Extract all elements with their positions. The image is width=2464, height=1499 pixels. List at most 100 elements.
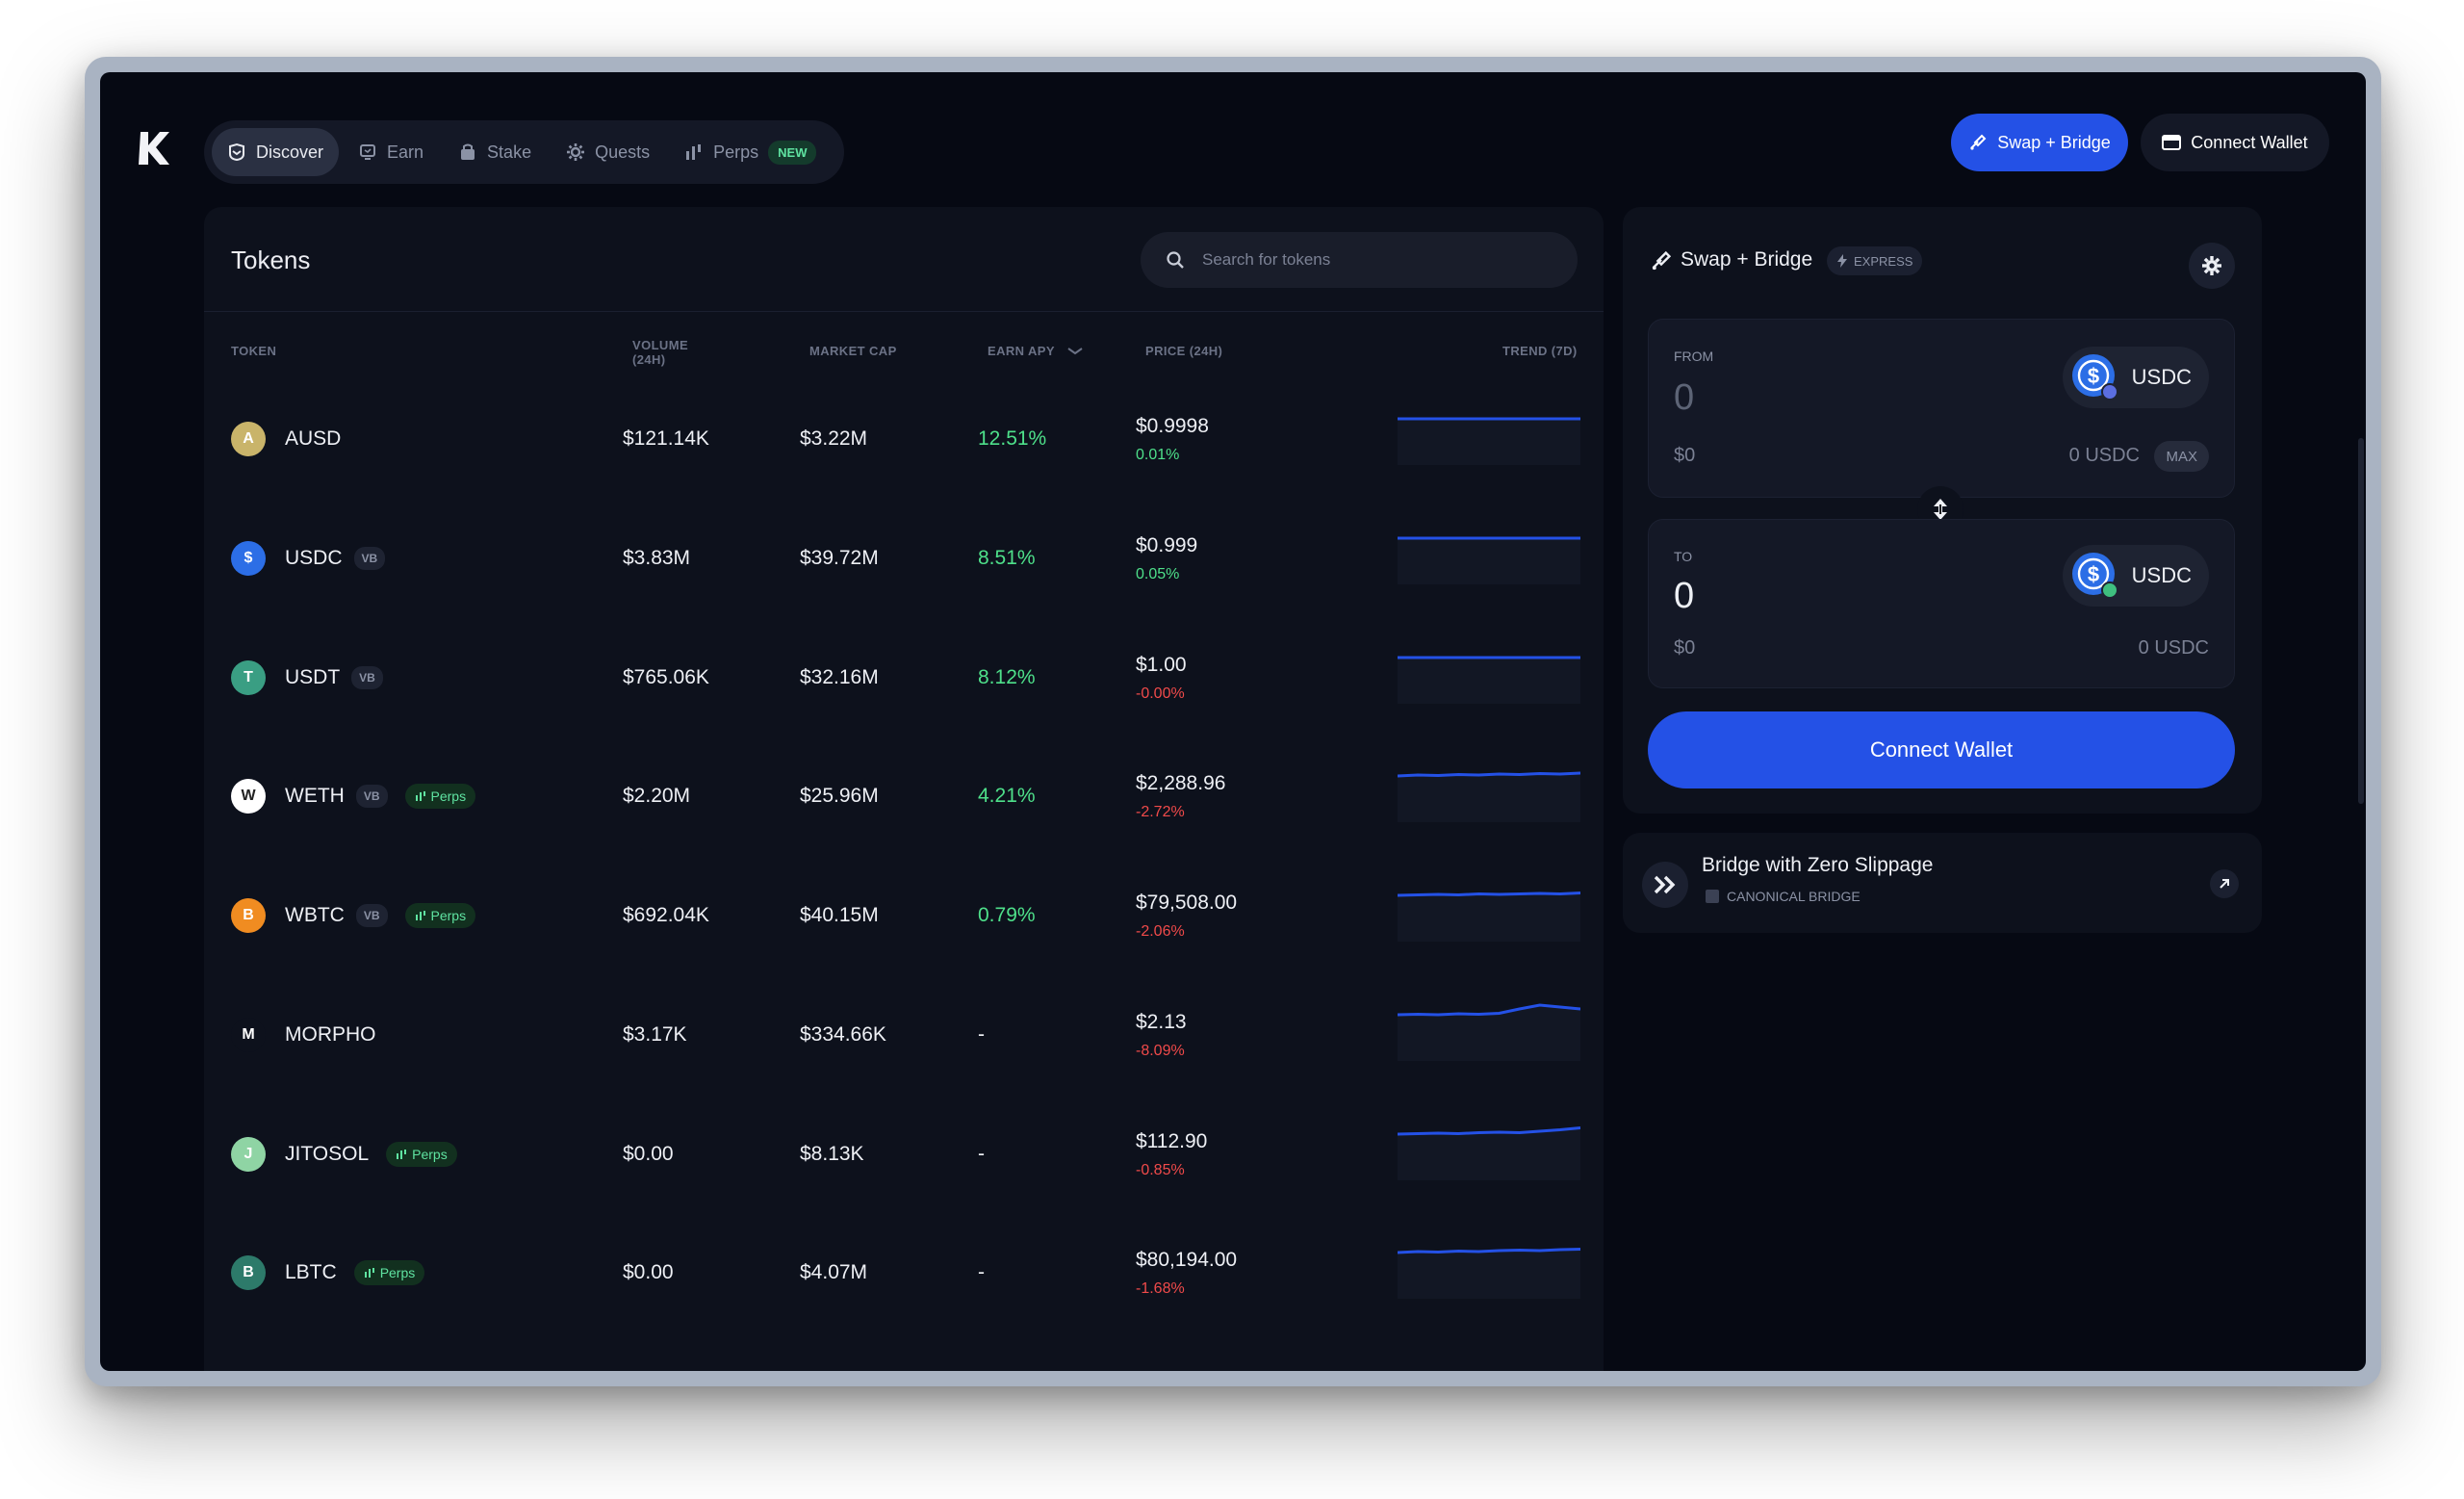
nav-stake[interactable]: Stake <box>443 128 547 176</box>
nav-earn[interactable]: Earn <box>343 128 439 176</box>
price-change: 0.01% <box>1136 447 1180 463</box>
earn-apy-cell: - <box>978 1142 985 1165</box>
nav-perps[interactable]: Perps NEW <box>669 128 832 176</box>
from-label: FROM <box>1674 349 1714 364</box>
connect-wallet-header-label: Connect Wallet <box>2191 132 2308 152</box>
earn-apy-cell: - <box>978 1261 985 1284</box>
token-row[interactable]: T USDT VB $765.06K $32.16M 8.12% $1.00 -0.00% <box>204 617 1604 738</box>
market-cap-cell: $25.96M <box>800 785 879 808</box>
col-token[interactable]: TOKEN <box>231 344 276 358</box>
volume-cell: $3.83M <box>623 546 691 569</box>
token-row[interactable]: W WETH VB Perps $2.20M $25.96M 4.21% $2,288.96 -… <box>204 736 1604 857</box>
trend-sparkline <box>1398 1125 1580 1180</box>
col-trend[interactable]: TREND (7D) <box>1502 344 1578 358</box>
external-link-button[interactable] <box>2210 869 2239 898</box>
usdc-icon: $ <box>2071 354 2118 401</box>
perps-badge[interactable]: Perps <box>404 903 476 928</box>
token-name: USDT <box>285 665 341 688</box>
token-name-cell: WBTC VB Perps <box>285 855 476 976</box>
token-row[interactable]: M MORPHO $3.17K $334.66K - $2.13 -8.09% <box>204 974 1604 1096</box>
to-usd-value: $0 <box>1674 637 1696 659</box>
volume-cell: $0.00 <box>623 1261 674 1284</box>
token-name: LBTC <box>285 1261 337 1284</box>
market-cap-cell: $4.07M <box>800 1261 868 1284</box>
token-row[interactable]: $ USDC VB $3.83M $39.72M 8.51% $0.999 0.05% <box>204 498 1604 619</box>
swap-title: Swap + Bridge <box>1681 248 1813 271</box>
bridge-card[interactable]: Bridge with Zero Slippage CANONICAL BRID… <box>1623 833 2262 933</box>
token-icon: B <box>231 898 266 933</box>
sparkline-area <box>1398 419 1580 465</box>
bridge-icon-wrap <box>1642 862 1688 908</box>
from-box: FROM 0 $0 $ USDC 0 USDC MAX <box>1648 319 2235 498</box>
token-name: JITOSOL <box>285 1142 370 1165</box>
col-volume[interactable]: VOLUME (24H) <box>632 338 688 367</box>
col-market-cap[interactable]: MARKET CAP <box>809 344 897 358</box>
arrow-up-right-icon <box>2220 879 2229 889</box>
from-usd-value: $0 <box>1674 445 1696 466</box>
vb-badge: VB <box>353 546 386 570</box>
trend-sparkline <box>1398 771 1580 823</box>
perps-badge-label: Perps <box>412 1146 448 1162</box>
token-icon: J <box>231 1136 266 1172</box>
from-amount-input[interactable]: 0 <box>1674 377 1694 419</box>
earn-apy-cell: - <box>978 1022 985 1046</box>
token-icon: M <box>231 1017 266 1052</box>
app-screen: Discover Earn Stake Quests Perps NEW Swa… <box>100 72 2366 1371</box>
price-change: -0.85% <box>1136 1161 1185 1178</box>
bridge-chain-icon <box>1706 890 1719 903</box>
chevron-down-icon <box>1067 347 1083 354</box>
max-button[interactable]: MAX <box>2154 441 2209 472</box>
col-volume-sub: (24H) <box>632 352 666 367</box>
perps-badge[interactable]: Perps <box>404 784 476 810</box>
swap-panel: Swap + Bridge EXPRESS FROM 0 $0 $ USDC 0… <box>1623 207 2262 814</box>
token-row[interactable]: J JITOSOL Perps $0.00 $8.13K - $112.90 -0.85% <box>204 1094 1604 1215</box>
token-row[interactable]: A AUSD $121.14K $3.22M 12.51% $0.9998 0.01% <box>204 378 1604 500</box>
swap-bridge-label: Swap + Bridge <box>1997 132 2111 152</box>
token-name-cell: AUSD <box>285 378 341 500</box>
earn-apy-cell: 8.12% <box>978 665 1036 688</box>
col-earn-apy[interactable]: EARN APY <box>988 344 1084 358</box>
wallet-icon <box>2162 135 2182 150</box>
token-name: MORPHO <box>285 1022 376 1046</box>
sparkline-area <box>1398 657 1580 704</box>
token-name-cell: USDC VB <box>285 498 386 619</box>
token-row[interactable]: B LBTC Perps $0.00 $4.07M - $80,194.00 -1.68% <box>204 1212 1604 1333</box>
token-icon: A <box>231 422 266 456</box>
market-cap-cell: $8.13K <box>800 1142 864 1165</box>
swap-bridge-button[interactable]: Swap + Bridge <box>1951 114 2128 171</box>
swap-icon <box>1652 250 1672 271</box>
trend-sparkline <box>1398 656 1580 704</box>
col-earn-apy-label: EARN APY <box>988 344 1055 358</box>
connect-wallet-header-button[interactable]: Connect Wallet <box>2141 114 2329 171</box>
bridge-subtitle: CANONICAL BRIDGE <box>1706 889 1861 904</box>
token-icon: T <box>231 659 266 695</box>
from-token-symbol: USDC <box>2131 365 2192 389</box>
perps-badge[interactable]: Perps <box>353 1260 425 1286</box>
nav-stake-label: Stake <box>487 142 532 162</box>
token-icon: B <box>231 1255 266 1291</box>
nav-quests[interactable]: Quests <box>551 128 665 176</box>
settings-button[interactable] <box>2189 243 2235 289</box>
from-token-select[interactable]: $ USDC <box>2062 347 2209 408</box>
token-row[interactable]: B WBTC VB Perps $692.04K $40.15M 0.79% $79,508.… <box>204 855 1604 976</box>
header-divider <box>204 311 1604 312</box>
market-cap-cell: $40.15M <box>800 904 879 926</box>
price-value: $112.90 <box>1136 1129 1208 1152</box>
token-name-cell: LBTC Perps <box>285 1212 425 1333</box>
perps-badge-label: Perps <box>430 788 467 805</box>
nav-discover[interactable]: Discover <box>212 128 340 176</box>
price-change: -2.72% <box>1136 804 1185 821</box>
sparkline-area <box>1398 1249 1580 1300</box>
connect-wallet-button[interactable]: Connect Wallet <box>1648 711 2235 788</box>
trend-sparkline <box>1398 536 1580 584</box>
search-input[interactable] <box>1202 250 1549 270</box>
bridge-title: Bridge with Zero Slippage <box>1702 854 1934 876</box>
scrollbar[interactable] <box>2358 438 2364 804</box>
vb-badge: VB <box>351 665 383 689</box>
kinza-logo-icon[interactable] <box>135 128 173 168</box>
to-token-select[interactable]: $ USDC <box>2062 545 2209 607</box>
perps-badge[interactable]: Perps <box>386 1141 457 1167</box>
col-price[interactable]: PRICE (24H) <box>1145 344 1222 358</box>
tokens-title: Tokens <box>231 246 311 274</box>
search-box[interactable] <box>1141 232 1578 288</box>
